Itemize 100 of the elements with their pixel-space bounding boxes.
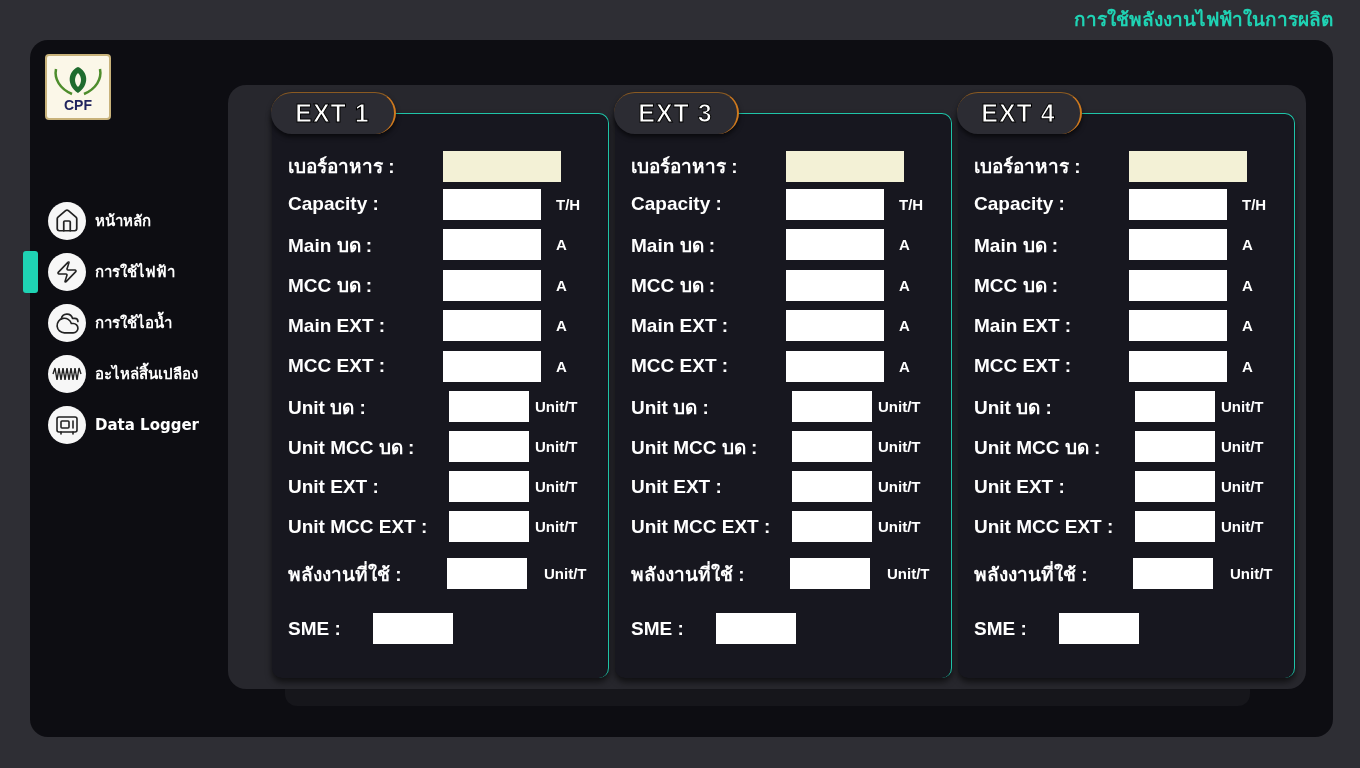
input-field[interactable] [1135,431,1215,462]
unit-label: A [556,276,567,294]
nav-label: อะไหล่สิ้นเปลือง [95,362,198,386]
input-field[interactable] [786,188,884,220]
unit-label: Unit/T [544,565,587,582]
input-field[interactable] [373,613,453,644]
sidebar-item[interactable]: Data Logger [23,404,228,446]
field-label: Main EXT : [288,314,387,337]
input-field[interactable] [1129,229,1227,261]
unit-label: A [1242,317,1253,335]
field-label: Unit บด : [288,395,367,420]
unit-label: Unit/T [1221,398,1264,415]
input-field[interactable] [449,391,529,422]
input-field[interactable] [1135,471,1215,502]
unit-label: A [899,236,910,254]
input-field[interactable] [792,511,872,542]
field-label: เบอร์อาหาร : [631,155,739,179]
unit-label: Unit/T [878,398,921,415]
input-field[interactable] [1133,558,1213,589]
input-field[interactable] [786,350,884,382]
input-field[interactable] [792,391,872,422]
input-field[interactable] [443,350,541,382]
field-label: Unit MCC EXT : [288,515,429,538]
input-field[interactable] [786,269,884,301]
field-label: พลังงานที่ใช้ : [974,560,1089,587]
input-field[interactable] [447,558,527,589]
input-field[interactable] [1129,269,1227,301]
unit-label: Unit/T [535,518,578,535]
sidebar-item[interactable]: การใช้ไฟฟ้า [23,251,228,293]
field-label: พลังงานที่ใช้ : [288,560,403,587]
input-field[interactable] [786,150,904,182]
unit-label: Unit/T [878,438,921,455]
house-icon [54,208,80,234]
field-label: Main EXT : [631,314,730,337]
input-field[interactable] [1129,188,1227,220]
nav-label: หน้าหลัก [95,211,151,232]
nav-label: การใช้ไอน้ำ [95,311,172,335]
input-field[interactable] [1135,391,1215,422]
unit-label: A [1242,276,1253,294]
field-label: MCC บด : [288,274,374,299]
input-field[interactable] [443,310,541,342]
field-label: เบอร์อาหาร : [974,155,1082,179]
unit-label: A [1242,357,1253,375]
input-field[interactable] [449,431,529,462]
field-label: Unit MCC บด : [631,435,759,460]
unit-label: Unit/T [1221,438,1264,455]
input-field[interactable] [1135,511,1215,542]
unit-label: T/H [556,195,581,213]
input-field[interactable] [786,229,884,261]
field-label: Unit MCC EXT : [631,515,772,538]
sidebar-item[interactable]: อะไหล่สิ้นเปลือง [23,353,228,395]
field-label: MCC EXT : [631,355,730,378]
nav-label: การใช้ไฟฟ้า [95,261,175,283]
nav-label: Data Logger [95,416,199,434]
sidebar-item[interactable]: การใช้ไอน้ำ [23,302,228,344]
cloud-icon [54,310,80,336]
unit-label: A [899,317,910,335]
input-field[interactable] [792,471,872,502]
input-field[interactable] [443,269,541,301]
appliance-icon [55,413,79,437]
unit-label: Unit/T [1221,478,1264,495]
field-label: เบอร์อาหาร : [288,155,396,179]
input-field[interactable] [443,229,541,261]
field-label: Unit บด : [974,395,1053,420]
input-field[interactable] [792,431,872,462]
unit-label: Unit/T [1221,518,1264,535]
input-field[interactable] [1129,310,1227,342]
input-field[interactable] [1059,613,1139,644]
input-field[interactable] [786,310,884,342]
field-label: Unit EXT : [974,475,1066,498]
unit-label: Unit/T [878,518,921,535]
field-label: Unit บด : [631,395,710,420]
field-label: SME : [288,617,342,640]
input-field[interactable] [790,558,870,589]
input-field[interactable] [716,613,796,644]
input-field[interactable] [443,150,561,182]
input-field[interactable] [449,471,529,502]
unit-label: Unit/T [887,565,930,582]
unit-label: Unit/T [878,478,921,495]
input-field[interactable] [1129,350,1227,382]
field-label: Main EXT : [974,314,1073,337]
unit-label: A [1242,236,1253,254]
input-field[interactable] [443,188,541,220]
field-label: SME : [974,617,1028,640]
logo-text: CPF [64,97,92,112]
unit-label: Unit/T [535,438,578,455]
unit-label: A [556,317,567,335]
lightning-icon [55,260,79,284]
active-indicator [23,251,38,293]
unit-label: Unit/T [535,478,578,495]
field-label: Capacity : [288,193,380,216]
field-label: Unit MCC บด : [974,435,1102,460]
input-field[interactable] [1129,150,1247,182]
unit-label: A [556,357,567,375]
field-label: Unit EXT : [631,475,723,498]
sidebar-item[interactable]: หน้าหลัก [23,200,228,242]
card-title: EXT 3 [614,92,739,134]
field-label: Capacity : [631,193,723,216]
field-label: Unit EXT : [288,475,380,498]
input-field[interactable] [449,511,529,542]
